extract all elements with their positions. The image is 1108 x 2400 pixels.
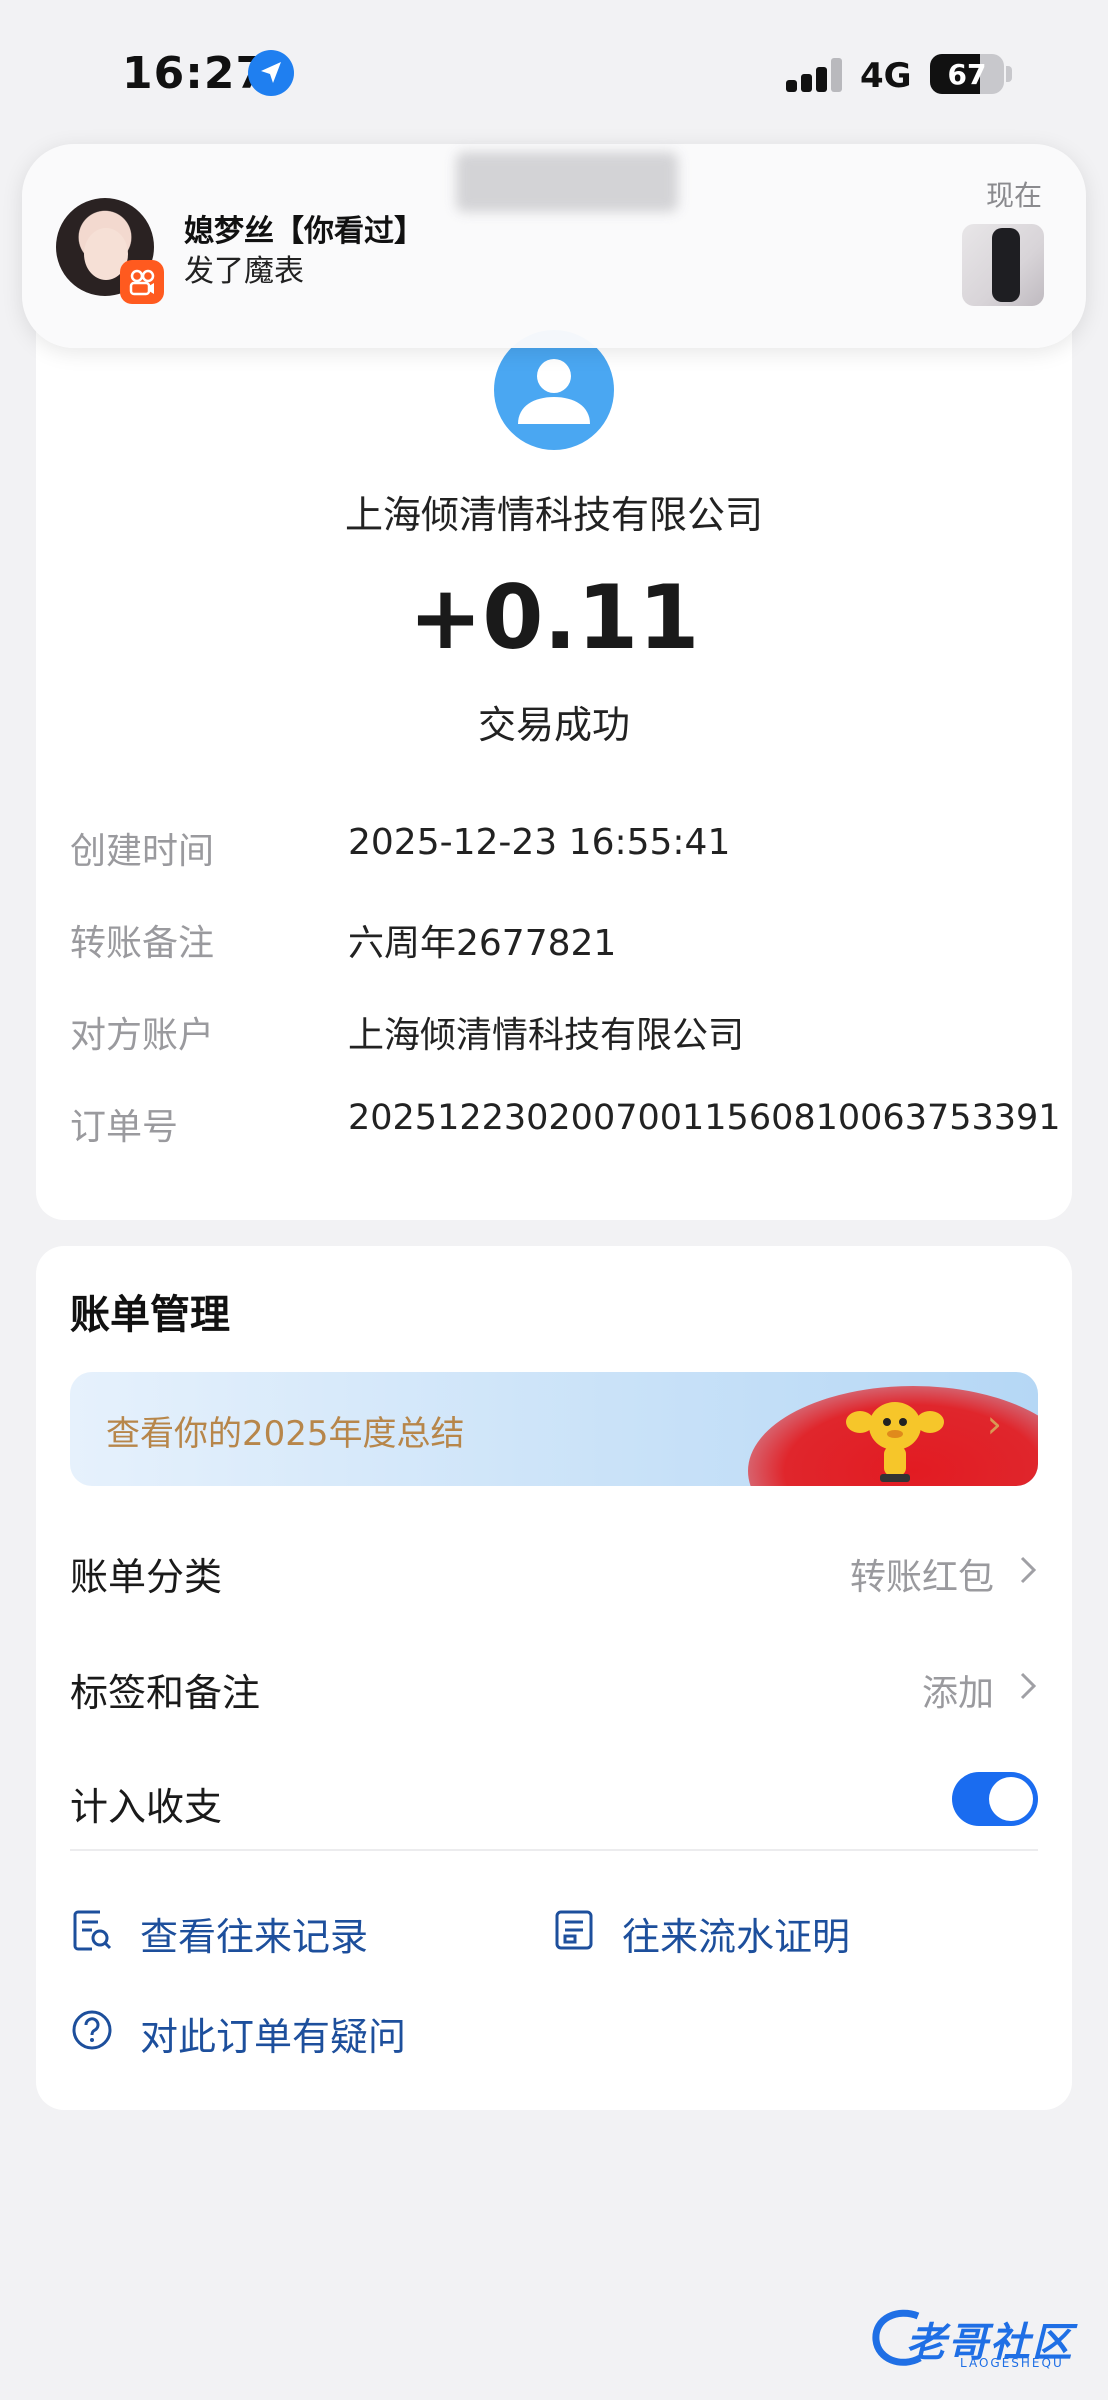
detail-row-created-time: 创建时间 2025-12-23 16:55:41 <box>70 822 1050 872</box>
detail-label: 创建时间 <box>70 831 215 872</box>
notification-title: 媳梦丝【你看过】 <box>184 214 424 249</box>
chevron-right-icon <box>1020 1672 1037 1700</box>
push-notification[interactable] <box>22 144 1086 348</box>
tags-notes-label: 标签和备注 <box>70 1671 261 1715</box>
transaction-amount: +0.11 <box>408 566 700 669</box>
battery-percent: 67 <box>947 58 987 91</box>
chevron-right-icon: › <box>986 1402 1002 1446</box>
detail-value[interactable]: 2025122302007001156081006375339​1 <box>348 1098 1061 1138</box>
include-income-expense-row: 计入收支 <box>70 1772 1038 1836</box>
status-bar: 16:27 4G 67 <box>0 0 1108 150</box>
payee-name: 上海倾清情科技有限公司 <box>344 493 763 537</box>
divider <box>70 1849 1038 1851</box>
tags-notes-value: 添加 <box>921 1673 994 1714</box>
view-records-label: 查看往来记录 <box>140 1915 369 1959</box>
notification-time: 现在 <box>985 179 1042 212</box>
banner-text: 查看你的2025年度总结 <box>106 1414 465 1454</box>
detail-value: 上海倾清情科技有限公司 <box>348 1015 745 1056</box>
battery-cap <box>1006 66 1012 82</box>
bill-category-value: 转账红包 <box>849 1557 994 1598</box>
detail-label: 订单号 <box>70 1107 179 1148</box>
status-time: 16:27 <box>122 48 268 99</box>
detail-row-counterparty: 对方账户 上海倾清情科技有限公司 <box>70 1006 1050 1056</box>
kuaishou-app-icon <box>120 260 164 304</box>
order-question-label: 对此订单有疑问 <box>140 2015 407 2059</box>
thumbnail-figure <box>992 228 1020 302</box>
detail-value: 2025-12-23 16:55:41 <box>348 822 731 863</box>
notification-thumbnail <box>962 224 1044 306</box>
blurred-header-text <box>456 152 678 212</box>
battery-icon: 67 <box>930 54 1004 94</box>
notification-body: 发了魔表 <box>184 254 304 289</box>
toggle-knob <box>989 1777 1033 1821</box>
transaction-status: 交易成功 <box>477 703 630 747</box>
certificate-icon <box>555 1910 593 1950</box>
mascot-icon <box>846 1402 944 1482</box>
detail-row-order-number: 订单号 2025122302007001156081006375339​1 <box>70 1098 1061 1148</box>
chevron-right-icon <box>1020 1556 1037 1584</box>
detail-label: 对方账户 <box>70 1015 215 1056</box>
location-arrow-icon <box>248 50 294 96</box>
detail-value: 六周年2677821 <box>348 923 617 964</box>
records-search-icon <box>73 1910 112 1951</box>
transaction-certificate-label: 往来流水证明 <box>622 1915 851 1959</box>
detail-label: 转账备注 <box>70 923 215 964</box>
include-income-expense-label: 计入收支 <box>70 1785 223 1829</box>
annual-summary-banner[interactable]: 查看你的2025年度总结 › <box>70 1372 1038 1486</box>
watermark-logo: 老哥社区 LAOGESHEQU <box>868 2300 1096 2380</box>
question-circle-icon <box>72 2010 112 2050</box>
network-type: 4G <box>860 56 912 96</box>
include-income-expense-toggle[interactable] <box>952 1772 1038 1826</box>
signal-bars-icon <box>786 58 844 92</box>
default-user-avatar-icon <box>494 330 614 450</box>
bill-management-title: 账单管理 <box>70 1292 230 1338</box>
bill-category-label: 账单分类 <box>70 1555 223 1599</box>
watermark-subtext: LAOGESHEQU <box>960 2356 1064 2370</box>
tags-notes-row[interactable]: 标签和备注 添加 <box>70 1662 1038 1722</box>
bill-category-row[interactable]: 账单分类 转账红包 <box>70 1546 1038 1606</box>
detail-row-transfer-note: 转账备注 六周年2677821 <box>70 914 1050 964</box>
